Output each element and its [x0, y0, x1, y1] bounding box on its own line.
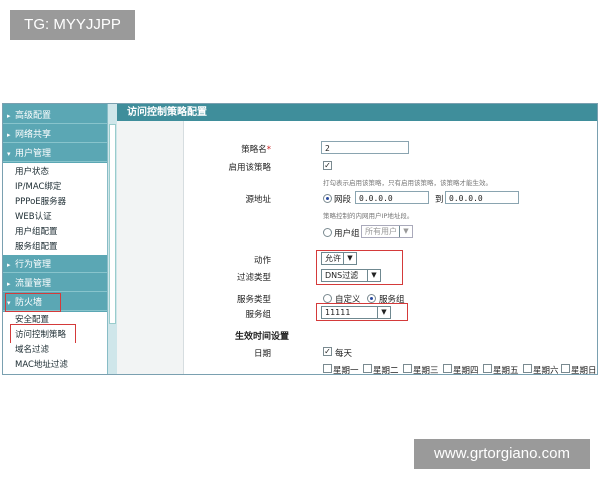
range-radio[interactable] — [323, 194, 332, 203]
menu-advanced[interactable]: ▸ 高级配置 — [3, 108, 107, 124]
action-select[interactable]: 允许 ▼ — [321, 252, 357, 265]
policy-name-input[interactable]: 2 — [321, 141, 409, 154]
sidebar-item-mac-filter[interactable]: MAC地址过滤 — [3, 358, 107, 373]
tuesday-label: 星期二 — [373, 366, 399, 375]
sidebar: ▸ 高级配置 ▸ 网络共享 ▾ 用户管理 用户状态 IP/MAC绑定 PPPoE服务器… — [3, 104, 117, 374]
user-group-select[interactable]: 所有用户 ▼ — [361, 225, 413, 238]
friday-label: 星期五 — [493, 366, 519, 375]
filter-type-label: 过滤类型 — [236, 273, 271, 283]
saturday-checkbox[interactable] — [523, 364, 532, 373]
service-group-label: 服务组 — [245, 310, 271, 320]
sidebar-item-web-auth[interactable]: WEB认证 — [3, 210, 107, 225]
watermark-bottom: www.grtorgiano.com — [414, 439, 590, 469]
monday-checkbox[interactable] — [323, 364, 332, 373]
wednesday-checkbox[interactable] — [403, 364, 412, 373]
time-section-title: 生效时间设置 — [235, 332, 290, 342]
user-group-radio[interactable] — [323, 228, 332, 237]
everyday-label: 每天 — [335, 349, 353, 359]
name-label: 策略名* — [241, 145, 271, 155]
sidebar-item-domain-filter[interactable]: 域名过滤 — [3, 343, 107, 358]
menu-user-management[interactable]: ▾ 用户管理 — [3, 146, 107, 162]
sidebar-scroll-thumb[interactable] — [109, 124, 116, 324]
sunday-checkbox[interactable] — [561, 364, 570, 373]
custom-radio[interactable] — [323, 294, 332, 303]
chevron-down-icon: ▼ — [343, 253, 356, 264]
source-hint: 策略控制的内网用户IP地址段。 — [323, 212, 414, 220]
enable-checkbox[interactable]: ✓ — [323, 161, 332, 170]
router-admin-screenshot: ▸ 高级配置 ▸ 网络共享 ▾ 用户管理 用户状态 IP/MAC绑定 PPPoE服务器… — [2, 103, 598, 375]
triangle-down-icon: ▾ — [7, 150, 11, 158]
menu-network-share[interactable]: ▸ 网络共享 — [3, 127, 107, 143]
sunday-label: 星期日 — [571, 366, 597, 375]
highlight-firewall — [5, 293, 61, 312]
enable-hint: 打勾表示启用该策略，只有启用该策略，该策略才能生效。 — [323, 179, 492, 187]
chevron-down-icon: ▼ — [377, 307, 390, 318]
triangle-right-icon: ▸ — [7, 131, 11, 139]
content-gutter — [117, 121, 184, 374]
friday-checkbox[interactable] — [483, 364, 492, 373]
sidebar-item-user-status[interactable]: 用户状态 — [3, 165, 107, 180]
triangle-right-icon: ▸ — [7, 261, 11, 269]
sidebar-scrollbar[interactable] — [107, 104, 117, 374]
chevron-down-icon: ▼ — [399, 226, 412, 237]
to-label: 到 — [435, 195, 444, 205]
range-start-input[interactable]: 0.0.0.0 — [355, 191, 429, 204]
range-label: 网段 — [334, 195, 352, 205]
date-label: 日期 — [253, 349, 271, 359]
tuesday-checkbox[interactable] — [363, 364, 372, 373]
everyday-checkbox[interactable]: ✓ — [323, 347, 332, 356]
source-address-label: 源地址 — [245, 195, 271, 205]
range-end-input[interactable]: 0.0.0.0 — [445, 191, 519, 204]
filter-type-select[interactable]: DNS过滤 ▼ — [321, 269, 381, 282]
monday-label: 星期一 — [333, 366, 359, 375]
thursday-checkbox[interactable] — [443, 364, 452, 373]
menu-traffic[interactable]: ▸ 流量管理 — [3, 276, 107, 292]
sidebar-item-service-group[interactable]: 服务组配置 — [3, 240, 107, 255]
wednesday-label: 星期三 — [413, 366, 439, 375]
highlight-access-control — [10, 324, 76, 344]
chevron-down-icon: ▼ — [367, 270, 380, 281]
enable-label: 启用该策略 — [228, 163, 271, 173]
service-group-radio[interactable] — [367, 294, 376, 303]
sidebar-item-ip-mac-binding[interactable]: IP/MAC绑定 — [3, 180, 107, 195]
sidebar-item-pppoe-server[interactable]: PPPoE服务器 — [3, 195, 107, 210]
thursday-label: 星期四 — [453, 366, 479, 375]
sidebar-item-user-group[interactable]: 用户组配置 — [3, 225, 107, 240]
menu-behavior[interactable]: ▸ 行为管理 — [3, 257, 107, 273]
page-title: 访问控制策略配置 — [117, 104, 597, 121]
service-group-select[interactable]: 11111 ▼ — [321, 306, 391, 319]
service-type-label: 服务类型 — [236, 295, 271, 305]
triangle-right-icon: ▸ — [7, 112, 11, 120]
triangle-right-icon: ▸ — [7, 280, 11, 288]
user-group-label: 用户组 — [334, 229, 360, 239]
saturday-label: 星期六 — [533, 366, 559, 375]
policy-form: 策略名* 2 启用该策略 ✓ 打勾表示启用该策略，只有启用该策略，该策略才能生效… — [183, 121, 597, 375]
action-label: 动作 — [253, 256, 271, 266]
watermark-top: TG: MYYJJPP — [10, 10, 135, 40]
